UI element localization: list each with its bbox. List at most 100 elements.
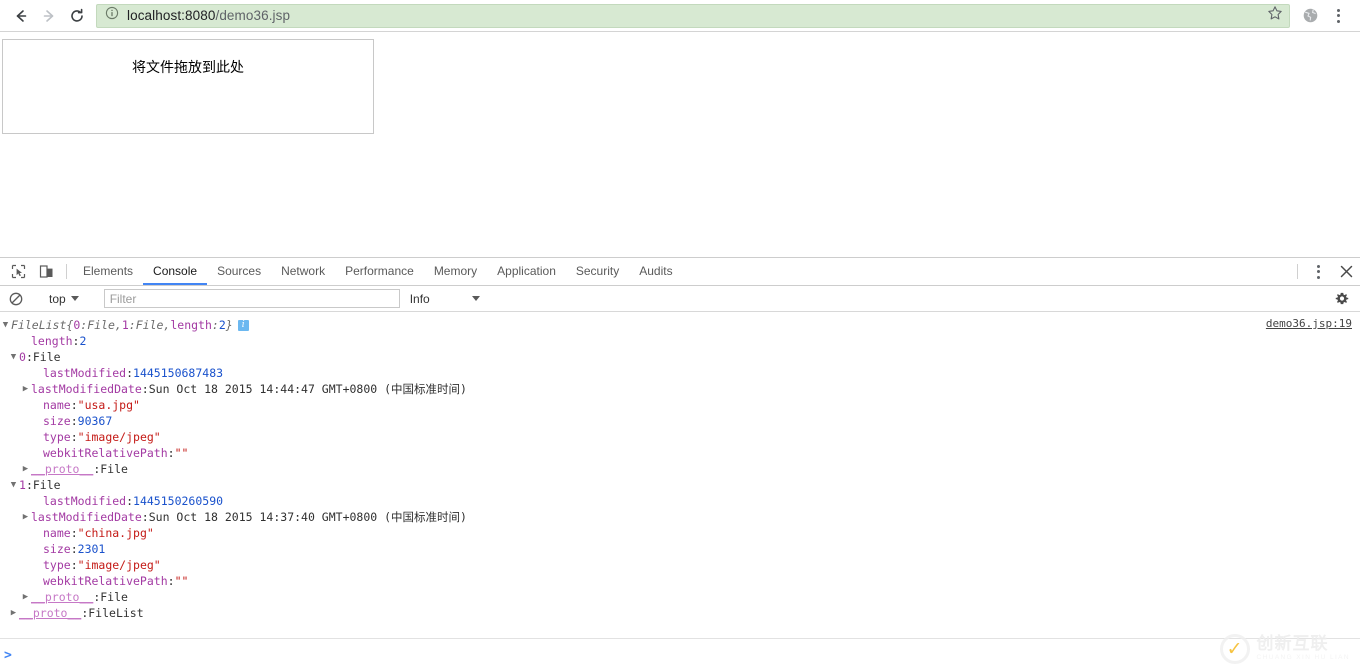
info-circle-icon[interactable] — [105, 6, 119, 25]
console-row: ▶ __proto__: File — [0, 461, 1360, 477]
tab-performance[interactable]: Performance — [335, 258, 424, 285]
console-token: : — [167, 446, 175, 460]
back-arrow-icon — [16, 9, 27, 22]
console-token: lastModified — [43, 494, 127, 508]
globe-icon — [1303, 8, 1317, 23]
triangle-placeholder: ▶ — [32, 557, 43, 573]
console-row: ▶ __proto__: FileList — [0, 605, 1360, 621]
clear-console-button[interactable] — [4, 288, 28, 310]
console-row: ▶name: "china.jpg" — [0, 525, 1360, 541]
console-row: ▶lastModified: 1445150260590 — [0, 493, 1360, 509]
console-row: ▼ 1: File — [0, 477, 1360, 493]
console-token: File — [135, 318, 164, 332]
expanded-triangle-icon[interactable]: ▼ — [0, 317, 11, 333]
tab-security[interactable]: Security — [566, 258, 629, 285]
tab-elements[interactable]: Elements — [73, 258, 143, 285]
console-row: ▶type: "image/jpeg" — [0, 557, 1360, 573]
forward-button[interactable] — [36, 3, 62, 29]
console-log-group: demo36.jsp:19 ▼ FileList {0: File, 1: Fil… — [0, 312, 1360, 621]
triangle-placeholder: ▶ — [32, 525, 43, 541]
console-row: ▶webkitRelativePath: "" — [0, 573, 1360, 589]
tab-audits[interactable]: Audits — [629, 258, 682, 285]
file-dropzone[interactable]: 将文件拖放到此处 — [2, 39, 374, 134]
device-toolbar-icon — [39, 265, 52, 278]
console-token: "" — [174, 446, 189, 460]
triangle-placeholder: ▶ — [32, 541, 43, 557]
profile-button[interactable] — [1296, 2, 1324, 30]
triangle-placeholder: ▶ — [32, 493, 43, 509]
reload-icon — [71, 8, 83, 22]
console-token: : — [70, 526, 78, 540]
collapsed-triangle-icon[interactable]: ▶ — [20, 589, 31, 605]
execution-context-select[interactable]: top — [41, 292, 87, 306]
console-row: ▶size: 90367 — [0, 413, 1360, 429]
console-token: : — [126, 366, 134, 380]
triangle-placeholder: ▶ — [32, 429, 43, 445]
console-token: 2301 — [77, 542, 106, 556]
tab-sources[interactable]: Sources — [207, 258, 271, 285]
url-text: localhost:8080/demo36.jsp — [127, 8, 1261, 23]
inspect-element-button[interactable] — [4, 258, 32, 285]
tab-console[interactable]: Console — [143, 258, 208, 285]
collapsed-triangle-icon[interactable]: ▶ — [20, 509, 31, 525]
console-token: : — [126, 494, 134, 508]
tab-label: Security — [575, 263, 620, 278]
console-filter-input[interactable] — [103, 289, 400, 308]
console-token: , — [114, 318, 122, 332]
url-path: /demo36.jsp — [215, 8, 291, 23]
console-token: File — [32, 350, 61, 364]
collapsed-triangle-icon[interactable]: ▶ — [8, 605, 19, 621]
source-link[interactable]: demo36.jsp:19 — [1266, 317, 1352, 330]
triangle-placeholder: ▶ — [32, 365, 43, 381]
tab-label: Elements — [83, 263, 134, 278]
tabbar-spacer — [683, 258, 1291, 285]
level-label: Info — [409, 291, 430, 306]
forward-arrow-icon — [43, 9, 54, 22]
info-badge-icon[interactable]: i — [237, 319, 249, 331]
console-row: ▶ lastModifiedDate: Sun Oct 18 2015 14:37… — [0, 509, 1360, 525]
tab-application[interactable]: Application — [487, 258, 566, 285]
clear-console-icon — [9, 292, 23, 305]
collapsed-triangle-icon[interactable]: ▶ — [20, 461, 31, 477]
collapsed-triangle-icon[interactable]: ▶ — [20, 381, 31, 397]
tab-network[interactable]: Network — [271, 258, 335, 285]
console-token: __proto__ — [31, 462, 94, 476]
console-token: length — [170, 318, 212, 332]
devtools-tabbar: Elements Console Sources Network Perform… — [0, 258, 1360, 286]
console-prompt[interactable]: > — [0, 638, 1360, 672]
devtools-panel: Elements Console Sources Network Perform… — [0, 257, 1360, 672]
device-toolbar-button[interactable] — [32, 258, 60, 285]
chrome-menu-button[interactable] — [1324, 2, 1352, 30]
console-settings-button[interactable] — [1330, 288, 1354, 310]
console-token: : — [211, 318, 219, 332]
star-icon[interactable] — [1267, 5, 1283, 26]
console-row: ▶ lastModifiedDate: Sun Oct 18 2015 14:44… — [0, 381, 1360, 397]
console-output[interactable]: demo36.jsp:19 ▼ FileList {0: File, 1: Fil… — [0, 312, 1360, 672]
console-token: Sun Oct 18 2015 14:44:47 GMT+0800 (中国标准时… — [148, 382, 467, 396]
console-token: name — [43, 526, 71, 540]
tab-memory[interactable]: Memory — [424, 258, 487, 285]
page-content: 将文件拖放到此处 — [0, 32, 1360, 257]
console-token: : — [72, 334, 80, 348]
expanded-triangle-icon[interactable]: ▼ — [8, 477, 19, 493]
console-row: ▶size: 2301 — [0, 541, 1360, 557]
tab-label: Application — [497, 263, 556, 278]
console-token: Sun Oct 18 2015 14:37:40 GMT+0800 (中国标准时… — [148, 510, 467, 524]
devtools-close-button[interactable] — [1332, 258, 1360, 285]
back-button[interactable] — [8, 3, 34, 29]
reload-button[interactable] — [64, 3, 90, 29]
console-token: : — [141, 510, 149, 524]
expanded-triangle-icon[interactable]: ▼ — [8, 349, 19, 365]
prompt-caret-icon: > — [4, 648, 12, 663]
console-token: 1 — [19, 478, 26, 492]
console-token: : — [25, 350, 33, 364]
address-bar[interactable]: localhost:8080/demo36.jsp — [96, 3, 1290, 28]
console-level-select[interactable]: Info — [410, 292, 480, 306]
browser-toolbar: localhost:8080/demo36.jsp — [0, 0, 1360, 32]
console-token: type — [43, 430, 71, 444]
triangle-placeholder: ▶ — [32, 397, 43, 413]
console-row: ▶type: "image/jpeg" — [0, 429, 1360, 445]
console-row: ▶lastModified: 1445150687483 — [0, 365, 1360, 381]
triangle-placeholder: ▶ — [32, 413, 43, 429]
devtools-more-button[interactable] — [1304, 258, 1332, 285]
